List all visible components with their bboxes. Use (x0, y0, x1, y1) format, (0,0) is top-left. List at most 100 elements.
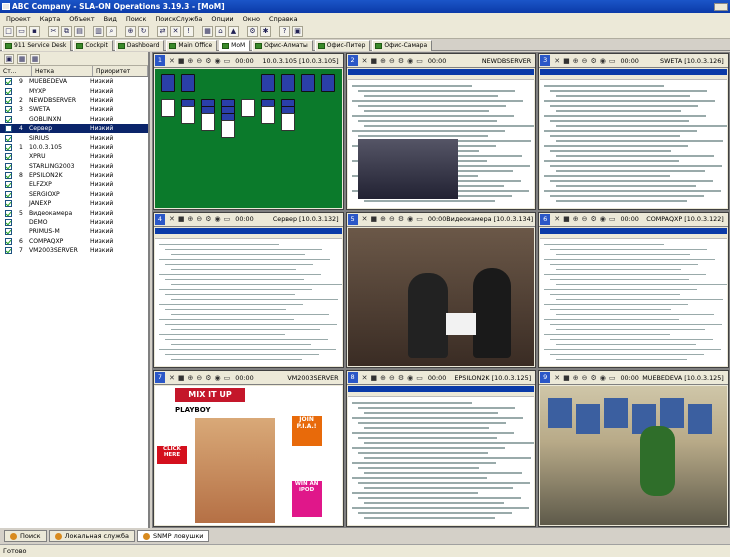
map-tab[interactable]: Cockpit (73, 40, 113, 51)
bottom-tab[interactable]: SNMP ловушки (136, 530, 210, 542)
record-icon[interactable]: ▭ (416, 215, 423, 223)
card-pile[interactable] (321, 74, 335, 92)
record-icon[interactable]: ▭ (224, 374, 231, 382)
monitor-cell[interactable]: 7 ✕ ■ ⊕ ⊖ ⚙ ◉ ▭ 00:00 VM2003SERVER MIX IT UP PLAYBO… (153, 370, 344, 527)
cut-icon[interactable]: ✂ (48, 25, 59, 37)
monitor-cell-screen[interactable]: MIX IT UP PLAYBOY JOIN P.I.A.! CLICK HERE WI… (155, 386, 342, 525)
zoom-icon[interactable]: ⊕ (188, 215, 194, 223)
close-icon[interactable]: ✕ (169, 215, 175, 223)
node-row[interactable]: ELFZXP Низкий (0, 180, 148, 189)
monitor-cell[interactable]: 4 ✕ ■ ⊕ ⊖ ⚙ ◉ ▭ 00:00 Сервер [10.0.3.132] (153, 211, 344, 369)
zoom-icon[interactable]: ⊕ (380, 374, 386, 382)
camera-icon[interactable]: ◉ (215, 374, 221, 382)
zoom-out-icon[interactable]: ⊖ (389, 374, 395, 382)
home-icon[interactable]: ⌂ (215, 25, 226, 37)
zoom-out-icon[interactable]: ⊖ (389, 215, 395, 223)
record-icon[interactable]: ▭ (224, 57, 231, 65)
record-icon[interactable]: ▭ (609, 374, 616, 382)
stop-icon[interactable]: ■ (370, 215, 377, 223)
settings-icon[interactable]: ⚙ (205, 374, 211, 382)
node-checkbox[interactable] (5, 143, 12, 151)
node-checkbox[interactable] (5, 87, 12, 95)
node-checkbox[interactable] (5, 200, 12, 208)
zoom-out-icon[interactable]: ⊖ (196, 374, 202, 382)
menu-item[interactable]: Окно (243, 15, 260, 24)
camera-icon[interactable]: ◉ (600, 374, 606, 382)
settings-icon[interactable]: ⚙ (590, 374, 596, 382)
record-icon[interactable]: ▭ (416, 374, 423, 382)
card-pile[interactable] (161, 74, 175, 92)
bottom-tab[interactable]: Поиск (4, 530, 47, 542)
window-controls[interactable] (714, 3, 728, 11)
bulb-icon[interactable]: ✱ (260, 25, 271, 37)
settings-icon[interactable]: ⚙ (247, 25, 258, 37)
close-icon[interactable]: ✕ (362, 215, 368, 223)
map-icon[interactable]: ▦ (202, 25, 213, 37)
node-row[interactable]: 9 MUEBEDEVA Низкий (0, 77, 148, 86)
menu-item[interactable]: Опции (211, 15, 233, 24)
node-checkbox[interactable] (5, 190, 12, 198)
close-icon[interactable]: ✕ (362, 374, 368, 382)
find-icon[interactable]: ⌕ (106, 25, 117, 37)
node-checkbox[interactable] (5, 125, 12, 133)
node-checkbox[interactable] (5, 219, 12, 227)
record-icon[interactable]: ▭ (609, 215, 616, 223)
window-icon[interactable]: ▣ (292, 25, 303, 37)
node-checkbox[interactable] (5, 247, 12, 255)
monitor-cell-screen[interactable] (155, 227, 342, 367)
monitor-cell[interactable]: 8 ✕ ■ ⊕ ⊖ ⚙ ◉ ▭ 00:00 EPSILON2K [10.0.3.125] (345, 370, 537, 527)
camera-icon[interactable]: ◉ (600, 57, 606, 65)
settings-icon[interactable]: ⚙ (205, 57, 211, 65)
zoom-icon[interactable]: ⊕ (380, 215, 386, 223)
stop-icon[interactable]: ■ (563, 374, 570, 382)
close-icon[interactable]: ✕ (554, 57, 560, 65)
monitor-cell-screen[interactable] (540, 69, 727, 208)
map-tab[interactable]: Офис-Питер (314, 40, 371, 51)
monitor-cell-screen[interactable] (347, 69, 535, 208)
monitor-cell-screen[interactable] (540, 227, 727, 367)
stop-icon[interactable]: ■ (178, 57, 185, 65)
node-checkbox[interactable] (5, 78, 12, 86)
node-row[interactable]: 7 VM2003SERVER Низкий (0, 246, 148, 255)
node-checkbox[interactable] (5, 115, 12, 123)
card-pile[interactable] (301, 74, 315, 92)
camera-icon[interactable]: ◉ (407, 374, 413, 382)
node-checkbox[interactable] (5, 237, 12, 245)
stop-icon[interactable]: ■ (370, 57, 377, 65)
stop-icon[interactable]: ■ (178, 215, 185, 223)
close-icon[interactable]: ✕ (169, 374, 175, 382)
menu-item[interactable]: Объект (69, 15, 94, 24)
zoom-icon[interactable]: ⊕ (380, 57, 386, 65)
alarm-icon[interactable]: ! (183, 25, 194, 37)
node-checkbox[interactable] (5, 172, 12, 180)
node-row[interactable]: XPRU Низкий (0, 152, 148, 161)
node-checkbox[interactable] (5, 228, 12, 236)
grid-2x2-icon[interactable]: ▦ (17, 54, 27, 64)
camera-icon[interactable]: ◉ (407, 57, 413, 65)
record-icon[interactable]: ▭ (416, 57, 423, 65)
menu-item[interactable]: Поиск (126, 15, 147, 24)
grid-3x3-icon[interactable]: ▦ (30, 54, 40, 64)
paste-icon[interactable]: ▤ (74, 25, 85, 37)
menu-item[interactable]: ПоискСлужба (155, 15, 202, 24)
close-icon[interactable]: ✕ (554, 215, 560, 223)
map-tab[interactable]: 911 Service Desk (2, 40, 72, 51)
menu-item[interactable]: Вид (104, 15, 117, 24)
zoom-out-icon[interactable]: ⊖ (582, 57, 588, 65)
card-pile[interactable] (281, 74, 295, 92)
map-tab[interactable]: Офис-Алматы (252, 40, 313, 51)
node-row[interactable]: MYXP Низкий (0, 86, 148, 95)
settings-icon[interactable]: ⚙ (205, 215, 211, 223)
refresh-icon[interactable]: ↻ (138, 25, 149, 37)
monitor-cell[interactable]: 9 ✕ ■ ⊕ ⊖ ⚙ ◉ ▭ 00:00 MUEBEDEVA [10.0.3.125] (538, 370, 729, 527)
zoom-icon[interactable]: ⊕ (573, 57, 579, 65)
copy-icon[interactable]: ⧉ (61, 25, 72, 37)
playing-card[interactable] (181, 106, 195, 124)
zoom-out-icon[interactable]: ⊖ (389, 57, 395, 65)
help-icon[interactable]: ? (279, 25, 290, 37)
menu-item[interactable]: Карта (40, 15, 61, 24)
record-icon[interactable]: ▭ (609, 57, 616, 65)
monitor-cell-screen[interactable] (347, 386, 535, 525)
stop-icon[interactable]: ■ (563, 57, 570, 65)
save-icon[interactable]: ▪ (29, 25, 40, 37)
